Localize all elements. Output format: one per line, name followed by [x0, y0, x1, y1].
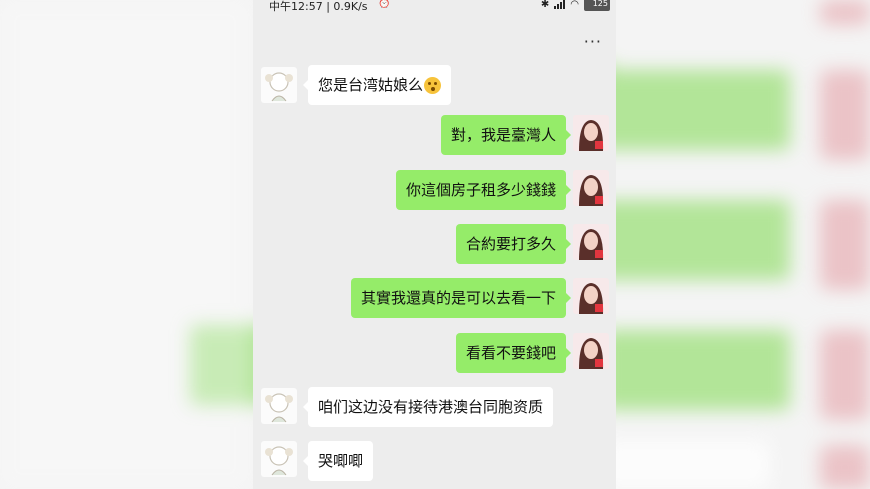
incoming-message: 哭唧唧	[302, 441, 374, 481]
sender-avatar[interactable]	[261, 441, 297, 477]
status-bar: 中午12:57 | 0.9K/s ⏰ ✱ ◠ 125	[253, 0, 616, 16]
outgoing-message: 其實我還真的是可以去看一下	[350, 278, 572, 318]
incoming-message: 您是台湾姑娘么	[302, 65, 452, 105]
message-text: 對，我是臺灣人	[450, 126, 556, 144]
outgoing-message: 合約要打多久	[455, 224, 572, 264]
outgoing-message: 對，我是臺灣人	[440, 115, 572, 155]
status-time-speed: 中午12:57 | 0.9K/s	[269, 0, 368, 13]
user-avatar[interactable]	[573, 115, 609, 151]
sender-avatar[interactable]	[261, 388, 297, 424]
user-avatar[interactable]	[573, 333, 609, 369]
chat-screen: 中午12:57 | 0.9K/s ⏰ ✱ ◠ 125 ··· 您是台湾姑娘么 對…	[253, 0, 616, 489]
signal-icon	[554, 0, 566, 9]
outgoing-message: 看看不要錢吧	[455, 333, 572, 373]
message-text: 哭唧唧	[318, 452, 364, 470]
user-avatar[interactable]	[573, 278, 609, 314]
more-options-button[interactable]: ···	[584, 32, 602, 51]
sender-avatar[interactable]	[261, 67, 297, 103]
alarm-icon: ⏰	[378, 0, 391, 9]
incoming-message: 咱们这边没有接待港澳台同胞资质	[302, 387, 554, 427]
user-avatar[interactable]	[573, 224, 609, 260]
flushed-face-icon	[424, 77, 442, 94]
wifi-icon: ◠	[570, 0, 579, 10]
battery-indicator: 125	[584, 0, 610, 11]
bluetooth-icon: ✱	[540, 0, 550, 10]
message-text: 您是台湾姑娘么	[318, 76, 424, 94]
message-text: 合約要打多久	[465, 235, 556, 253]
message-text: 你這個房子租多少錢錢	[405, 181, 556, 199]
user-avatar[interactable]	[573, 170, 609, 206]
message-text: 其實我還真的是可以去看一下	[360, 289, 556, 307]
message-text: 看看不要錢吧	[465, 344, 556, 362]
message-text: 咱们这边没有接待港澳台同胞资质	[318, 398, 544, 416]
outgoing-message: 你這個房子租多少錢錢	[395, 170, 572, 210]
